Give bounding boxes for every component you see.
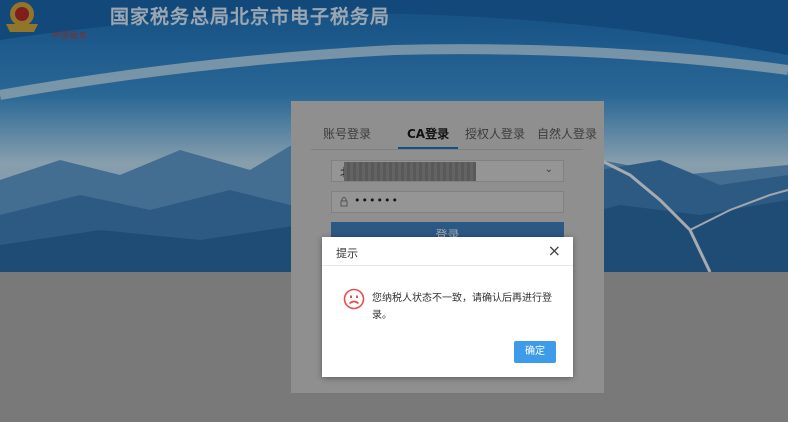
dialog-message: 您纳税人状态不一致，请确认后再进行登录。 <box>372 293 552 321</box>
alert-dialog: 提示 × 您纳税人状态不一致，请确认后再进行登录。 确定 <box>322 237 573 377</box>
dialog-header: 提示 × <box>322 237 573 266</box>
sad-face-icon <box>343 288 365 310</box>
dialog-title: 提示 <box>336 247 358 260</box>
close-icon[interactable]: × <box>548 241 561 260</box>
confirm-button[interactable]: 确定 <box>514 341 556 363</box>
